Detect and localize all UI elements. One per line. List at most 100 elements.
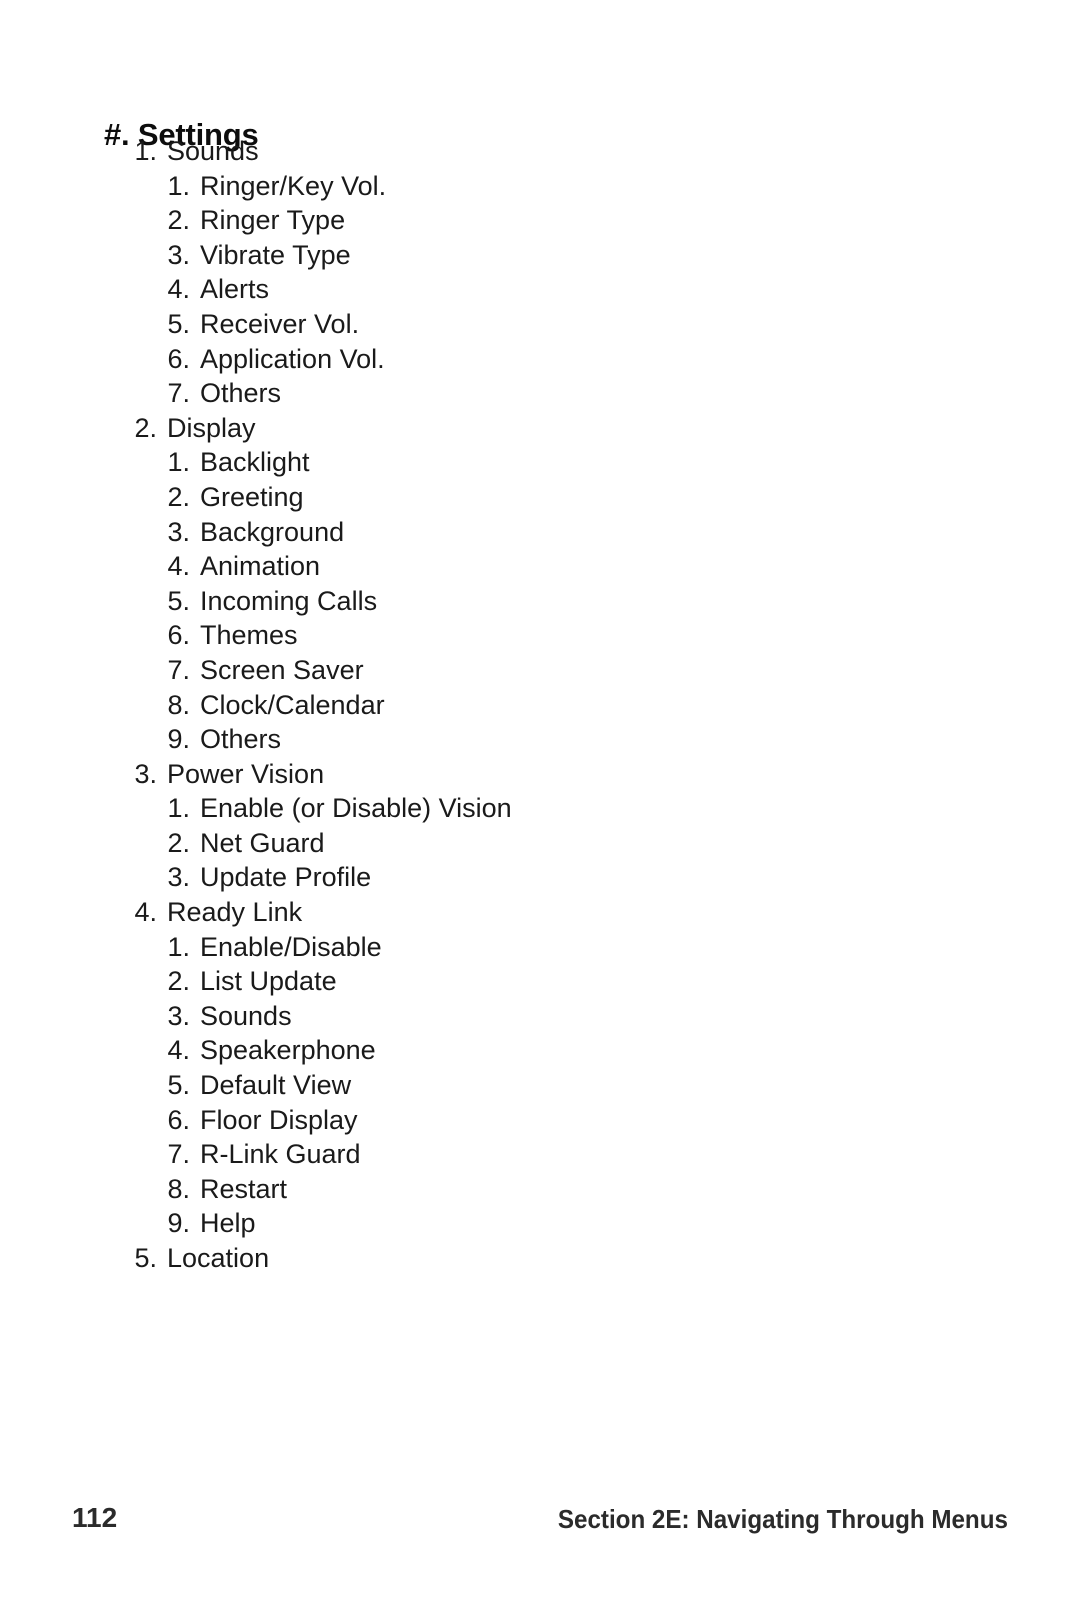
outline-item: 8. Clock/Calendar <box>0 690 1080 725</box>
outline-item: 4. Speakerphone <box>0 1035 1080 1070</box>
outline-item: 5. Receiver Vol. <box>0 309 1080 344</box>
outline-item: 7. R-Link Guard <box>0 1139 1080 1174</box>
outline-item-label: Location <box>167 1243 270 1273</box>
outline-item-label: List Update <box>200 966 337 997</box>
outline-item-label: Vibrate Type <box>200 239 351 270</box>
settings-outline-list: 1. Sounds 1. Ringer/Key Vol. 2. Ringer Type 3.… <box>0 136 1080 1278</box>
outline-item-number: 2. <box>167 966 190 997</box>
outline-item: 2. Display <box>0 413 1080 448</box>
outline-item-number: 8. <box>167 1173 190 1204</box>
outline-item-number: 6. <box>167 343 190 374</box>
outline-item: 2. Greeting <box>0 482 1080 517</box>
outline-item-label: Animation <box>200 551 321 582</box>
outline-item-number: 7. <box>167 378 190 409</box>
outline-item-number: 3. <box>167 862 190 893</box>
outline-item: 1. Backlight <box>0 447 1080 482</box>
outline-item: 2. List Update <box>0 966 1080 1001</box>
outline-item-label: Others <box>200 378 282 409</box>
outline-item: 4. Ready Link <box>0 897 1080 932</box>
outline-item-number: 9. <box>167 724 190 755</box>
outline-item-label: Ringer Type <box>200 205 346 236</box>
footer-section-title: Section 2E: Navigating Through Menus <box>557 1504 1008 1534</box>
outline-item-number: 1. <box>167 793 190 824</box>
outline-item-number: 9. <box>167 1208 190 1239</box>
outline-item: 7. Others <box>0 378 1080 413</box>
outline-item-number: 7. <box>167 1139 190 1170</box>
outline-item-label: Default View <box>200 1070 352 1101</box>
outline-item-number: 2. <box>134 412 157 443</box>
outline-item-label: Incoming Calls <box>200 585 378 616</box>
outline-item: 3. Power Vision <box>0 759 1080 794</box>
outline-item-number: 6. <box>167 620 190 651</box>
outline-item-label: Help <box>200 1208 256 1239</box>
outline-item: 9. Others <box>0 724 1080 759</box>
manual-page: #. Settings 1. Sounds 1. Ringer/Key Vol. 2. R… <box>0 0 1080 1620</box>
outline-item-label: Net Guard <box>200 827 325 858</box>
outline-item-label: Background <box>200 516 345 547</box>
outline-item-label: Sounds <box>200 1000 292 1031</box>
outline-item-number: 5. <box>167 1070 190 1101</box>
outline-item: 3. Vibrate Type <box>0 240 1080 275</box>
outline-item-number: 1. <box>167 931 190 962</box>
outline-item-label: Display <box>167 412 256 443</box>
outline-item-label: Alerts <box>200 274 270 305</box>
outline-item-number: 2. <box>167 827 190 858</box>
outline-item-number: 4. <box>167 1035 190 1066</box>
outline-item-label: Application Vol. <box>200 343 385 374</box>
outline-item-number: 5. <box>134 1243 157 1273</box>
outline-item-number: 4. <box>167 551 190 582</box>
outline-item: 9. Help <box>0 1208 1080 1243</box>
outline-item: 2. Net Guard <box>0 828 1080 863</box>
outline-item-label: Restart <box>200 1173 288 1204</box>
footer-page-number: 112 <box>72 1502 118 1533</box>
outline-item-label: R-Link Guard <box>200 1139 361 1170</box>
outline-item: 6. Application Vol. <box>0 344 1080 379</box>
outline-item-label: Receiver Vol. <box>200 308 360 339</box>
outline-item-label: Enable (or Disable) Vision <box>200 793 512 824</box>
outline-item-number: 2. <box>167 481 190 512</box>
outline-item: 5. Default View <box>0 1070 1080 1105</box>
outline-item-number: 8. <box>167 689 190 720</box>
outline-item-label: Themes <box>200 620 298 651</box>
outline-item-label: Update Profile <box>200 862 372 893</box>
outline-item: 3. Sounds <box>0 1001 1080 1036</box>
outline-item: 1. Enable (or Disable) Vision <box>0 793 1080 828</box>
outline-item-number: 3. <box>134 758 157 789</box>
outline-item-number: 5. <box>167 308 190 339</box>
outline-item: 6. Themes <box>0 620 1080 655</box>
outline-item-label: Enable/Disable <box>200 931 382 962</box>
outline-item: 1. Enable/Disable <box>0 932 1080 967</box>
outline-item-number: 3. <box>167 239 190 270</box>
outline-item-label: Backlight <box>200 447 310 478</box>
outline-item-label: Sounds <box>167 136 259 166</box>
outline-item-number: 7. <box>167 654 190 685</box>
outline-item-number: 2. <box>167 205 190 236</box>
outline-item-number: 4. <box>167 274 190 305</box>
outline-item-number: 3. <box>167 1000 190 1031</box>
outline-item: 3. Update Profile <box>0 862 1080 897</box>
outline-item: 4. Animation <box>0 551 1080 586</box>
outline-item-label: Others <box>200 724 282 755</box>
outline-item-number: 5. <box>167 585 190 616</box>
outline-item: 3. Background <box>0 517 1080 552</box>
outline-item: 2. Ringer Type <box>0 205 1080 240</box>
outline-item-label: Floor Display <box>200 1104 358 1135</box>
outline-item-label: Ready Link <box>167 897 303 928</box>
outline-item-label: Ringer/Key Vol. <box>200 170 387 201</box>
outline-item-number: 1. <box>167 447 190 478</box>
outline-item: 1. Ringer/Key Vol. <box>0 171 1080 206</box>
outline-item-number: 1. <box>167 170 190 201</box>
outline-item-label: Speakerphone <box>200 1035 376 1066</box>
outline-item: 5. Location <box>0 1243 1080 1278</box>
outline-item-number: 6. <box>167 1104 190 1135</box>
outline-item: 8. Restart <box>0 1174 1080 1209</box>
outline-item: 7. Screen Saver <box>0 655 1080 690</box>
outline-item-label: Power Vision <box>167 758 325 789</box>
page-footer: 112 Section 2E: Navigating Through Menus <box>0 1502 1080 1548</box>
outline-item-number: 1. <box>134 136 157 166</box>
outline-item: 4. Alerts <box>0 274 1080 309</box>
outline-item-label: Screen Saver <box>200 654 364 685</box>
outline-item-label: Clock/Calendar <box>200 689 385 720</box>
outline-item-label: Greeting <box>200 481 304 512</box>
outline-item-number: 3. <box>167 516 190 547</box>
